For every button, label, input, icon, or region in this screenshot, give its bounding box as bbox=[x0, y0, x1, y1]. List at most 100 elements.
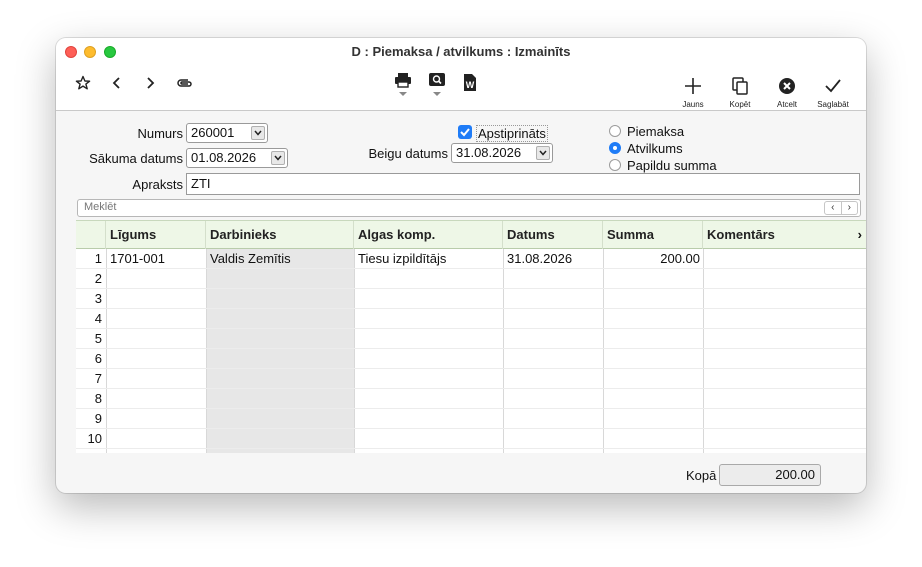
radio-atvilkums[interactable] bbox=[609, 142, 621, 154]
cell-darbinieks[interactable] bbox=[206, 269, 354, 289]
more-columns-indicator[interactable]: › bbox=[858, 221, 862, 249]
cell-summa[interactable] bbox=[603, 309, 703, 329]
cell-ligums[interactable] bbox=[106, 309, 206, 329]
numurs-select[interactable]: 260001 bbox=[186, 123, 268, 143]
cell-datums[interactable] bbox=[503, 389, 603, 409]
cell-summa[interactable] bbox=[603, 429, 703, 449]
paperclip-icon[interactable] bbox=[175, 74, 195, 92]
cell-darbinieks[interactable] bbox=[206, 429, 354, 449]
cell-datums[interactable] bbox=[503, 409, 603, 429]
chevron-left-icon[interactable] bbox=[109, 74, 125, 92]
cell-algas-komp[interactable] bbox=[354, 269, 503, 289]
save-button[interactable]: Saglabāt bbox=[809, 76, 857, 109]
radio-papildu-summa[interactable] bbox=[609, 159, 621, 171]
cell-datums[interactable] bbox=[503, 369, 603, 389]
cell-summa[interactable] bbox=[603, 409, 703, 429]
sakuma-datums-select[interactable]: 01.08.2026 bbox=[186, 148, 288, 168]
table-row[interactable]: 8 bbox=[76, 389, 866, 409]
cell-ligums[interactable] bbox=[106, 409, 206, 429]
cell-algas-komp[interactable] bbox=[354, 329, 503, 349]
col-header-algas-komp[interactable]: Algas komp. bbox=[354, 221, 503, 249]
cell-darbinieks[interactable] bbox=[206, 349, 354, 369]
cell-algas-komp[interactable] bbox=[354, 429, 503, 449]
search-doc-icon[interactable] bbox=[427, 70, 447, 98]
cell-algas-komp[interactable]: Tiesu izpildītājs bbox=[354, 249, 503, 269]
cell-komentars[interactable] bbox=[703, 309, 866, 329]
cell-ligums[interactable] bbox=[106, 289, 206, 309]
cell-algas-komp[interactable] bbox=[354, 309, 503, 329]
cell-komentars[interactable] bbox=[703, 329, 866, 349]
cell-summa[interactable] bbox=[603, 349, 703, 369]
cell-ligums[interactable] bbox=[106, 269, 206, 289]
cell-ligums[interactable] bbox=[106, 369, 206, 389]
cell-darbinieks[interactable] bbox=[206, 369, 354, 389]
printer-icon[interactable] bbox=[393, 70, 413, 98]
cell-ligums[interactable] bbox=[106, 429, 206, 449]
table-row[interactable]: 4 bbox=[76, 309, 866, 329]
cancel-button[interactable]: Atcelt bbox=[763, 76, 811, 109]
table-row[interactable]: 10 bbox=[76, 429, 866, 449]
col-header-komentars[interactable]: Komentārs bbox=[703, 221, 866, 249]
cell-datums[interactable] bbox=[503, 289, 603, 309]
col-header-datums[interactable]: Datums bbox=[503, 221, 603, 249]
table-row[interactable]: 9 bbox=[76, 409, 866, 429]
cell-algas-komp[interactable] bbox=[354, 349, 503, 369]
cell-datums[interactable] bbox=[503, 429, 603, 449]
cell-darbinieks[interactable] bbox=[206, 409, 354, 429]
cell-ligums[interactable] bbox=[106, 349, 206, 369]
table-row[interactable]: 2 bbox=[76, 269, 866, 289]
cell-komentars[interactable] bbox=[703, 429, 866, 449]
cell-datums[interactable]: 31.08.2026 bbox=[503, 249, 603, 269]
cell-algas-komp[interactable] bbox=[354, 409, 503, 429]
cell-summa[interactable]: 200.00 bbox=[603, 249, 703, 269]
cell-komentars[interactable] bbox=[703, 369, 866, 389]
col-header-summa[interactable]: Summa bbox=[603, 221, 703, 249]
cell-algas-komp[interactable] bbox=[354, 389, 503, 409]
cell-darbinieks[interactable] bbox=[206, 289, 354, 309]
table-row[interactable]: 3 bbox=[76, 289, 866, 309]
cell-komentars[interactable] bbox=[703, 249, 866, 269]
cell-komentars[interactable] bbox=[703, 269, 866, 289]
search-next-button[interactable]: › bbox=[840, 202, 858, 214]
new-button[interactable]: Jauns bbox=[669, 76, 717, 109]
cell-datums[interactable] bbox=[503, 309, 603, 329]
cell-datums[interactable] bbox=[503, 349, 603, 369]
cell-datums[interactable] bbox=[503, 269, 603, 289]
cell-darbinieks[interactable] bbox=[206, 329, 354, 349]
apstiprinats-checkbox[interactable] bbox=[458, 125, 472, 139]
col-header-ligums[interactable]: Līgums bbox=[106, 221, 206, 249]
cell-darbinieks[interactable] bbox=[206, 309, 354, 329]
copy-button[interactable]: Kopēt bbox=[716, 76, 764, 109]
cell-komentars[interactable] bbox=[703, 409, 866, 429]
cell-summa[interactable] bbox=[603, 389, 703, 409]
apstiprinats-label[interactable]: Apstiprināts bbox=[476, 125, 548, 142]
cell-komentars[interactable] bbox=[703, 289, 866, 309]
word-export-icon[interactable]: W bbox=[461, 72, 479, 94]
cell-datums[interactable] bbox=[503, 329, 603, 349]
cell-komentars[interactable] bbox=[703, 389, 866, 409]
cell-darbinieks[interactable] bbox=[206, 389, 354, 409]
cell-algas-komp[interactable] bbox=[354, 289, 503, 309]
beigu-datums-select[interactable]: 31.08.2026 bbox=[451, 143, 553, 163]
radio-piemaksa[interactable] bbox=[609, 125, 621, 137]
col-header-darbinieks[interactable]: Darbinieks bbox=[206, 221, 354, 249]
cell-summa[interactable] bbox=[603, 269, 703, 289]
search-input[interactable]: Meklēt ‹ › bbox=[77, 199, 861, 217]
cell-darbinieks[interactable]: Valdis Zemītis bbox=[206, 249, 354, 269]
apraksts-field[interactable]: ZTI bbox=[186, 173, 860, 195]
cell-summa[interactable] bbox=[603, 369, 703, 389]
cell-komentars[interactable] bbox=[703, 349, 866, 369]
cell-ligums[interactable] bbox=[106, 389, 206, 409]
cell-algas-komp[interactable] bbox=[354, 369, 503, 389]
cell-ligums[interactable] bbox=[106, 329, 206, 349]
table-row[interactable]: 7 bbox=[76, 369, 866, 389]
star-icon[interactable] bbox=[74, 74, 92, 92]
table-row[interactable]: 6 bbox=[76, 349, 866, 369]
cell-summa[interactable] bbox=[603, 329, 703, 349]
table-row[interactable]: 1 1701-001 Valdis Zemītis Tiesu izpildītājs… bbox=[76, 249, 866, 269]
table-row[interactable]: 5 bbox=[76, 329, 866, 349]
cell-summa[interactable] bbox=[603, 289, 703, 309]
cell-ligums[interactable]: 1701-001 bbox=[106, 249, 206, 269]
search-prev-button[interactable]: ‹ bbox=[825, 202, 841, 214]
chevron-right-icon[interactable] bbox=[142, 74, 158, 92]
